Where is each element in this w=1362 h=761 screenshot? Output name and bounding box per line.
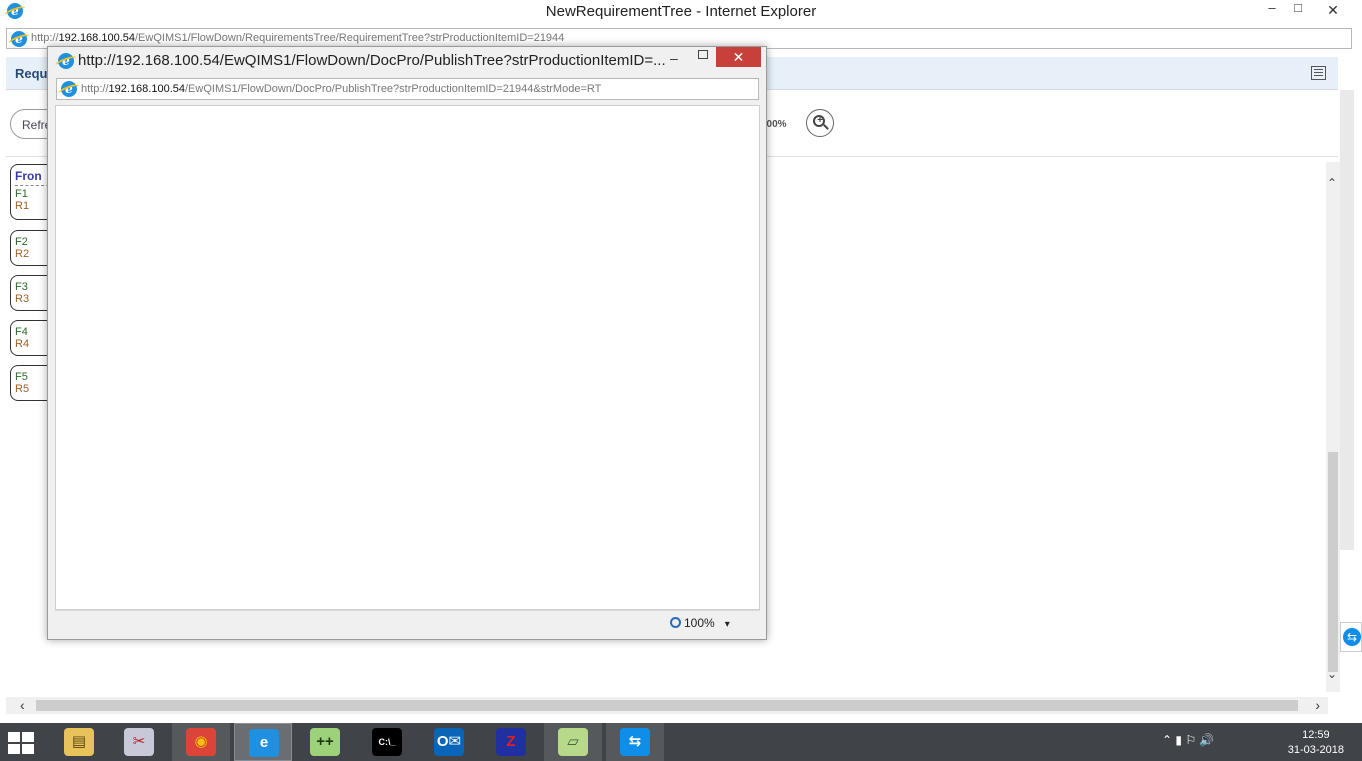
file-explorer-icon: ▤ bbox=[64, 728, 94, 756]
sticky-notes-icon: ▱ bbox=[558, 728, 588, 756]
popup-content bbox=[55, 105, 760, 610]
vertical-scrollbar[interactable]: ⌃ ⌄ bbox=[1326, 162, 1340, 692]
outer-vertical-scrollbar[interactable] bbox=[1340, 90, 1354, 550]
popup-zoom-control[interactable]: 100% ▾ bbox=[670, 616, 730, 630]
taskbar-notepad-plus-plus[interactable]: ++ bbox=[296, 723, 354, 761]
popup-status-bar: 100% ▾ bbox=[55, 610, 760, 634]
teamviewer-icon: ⇆ bbox=[620, 728, 650, 756]
scroll-up-icon[interactable]: ⌃ bbox=[1327, 176, 1337, 190]
internet-explorer-icon: e bbox=[249, 729, 279, 757]
scroll-thumb[interactable] bbox=[1328, 452, 1338, 672]
clock-date: 31-03-2018 bbox=[1287, 744, 1344, 756]
filezilla-icon: Z bbox=[496, 728, 526, 756]
page-title: Requ bbox=[15, 66, 48, 81]
taskbar-file-explorer[interactable]: ▤ bbox=[50, 723, 108, 761]
popup-close-button[interactable]: ✕ bbox=[716, 47, 761, 67]
taskbar-filezilla[interactable]: Z bbox=[482, 723, 540, 761]
taskbar-snipping-tool[interactable]: ✂ bbox=[110, 723, 168, 761]
ie-logo-icon: e bbox=[58, 53, 74, 69]
start-button[interactable] bbox=[8, 732, 36, 754]
taskbar-command-prompt[interactable]: C:\_ bbox=[358, 723, 416, 761]
chrome-icon: ◉ bbox=[186, 728, 216, 756]
list-view-icon[interactable] bbox=[1311, 66, 1326, 80]
main-title-bar: e NewRequirementTree - Internet Explorer… bbox=[0, 0, 1362, 24]
system-tray: ⌃ ▮ ⚐ 🔊 12:59 31-03-2018 bbox=[1162, 723, 1362, 761]
zoom-in-button[interactable]: + bbox=[806, 109, 834, 137]
popup-address-url: http://192.168.100.54/EwQIMS1/FlowDown/D… bbox=[81, 83, 602, 95]
scroll-right-icon[interactable]: › bbox=[1315, 697, 1320, 713]
taskbar-teamviewer[interactable]: ⇆ bbox=[606, 723, 664, 761]
scroll-thumb[interactable] bbox=[36, 700, 1298, 711]
popup-title: http://192.168.100.54/EwQIMS1/FlowDown/D… bbox=[78, 52, 666, 69]
clock[interactable]: 12:59 31-03-2018 bbox=[1288, 728, 1344, 758]
popup-window: e http://192.168.100.54/EwQIMS1/FlowDown… bbox=[47, 46, 767, 640]
chevron-down-icon[interactable]: ▾ bbox=[725, 619, 730, 630]
maximize-button[interactable]: □ bbox=[1290, 0, 1306, 20]
address-url: http://192.168.100.54/EwQIMS1/FlowDown/R… bbox=[31, 32, 565, 44]
window-title: NewRequirementTree - Internet Explorer bbox=[545, 3, 817, 20]
clock-time: 12:59 bbox=[1302, 729, 1330, 741]
command-prompt-icon: C:\_ bbox=[372, 728, 402, 756]
page-icon: e bbox=[11, 31, 27, 47]
tray-icons[interactable]: ⌃ ▮ ⚐ 🔊 bbox=[1162, 733, 1214, 747]
teamviewer-icon: ⇆ bbox=[1343, 628, 1361, 646]
taskbar-internet-explorer[interactable]: e bbox=[234, 723, 292, 761]
taskbar-chrome[interactable]: ◉ bbox=[172, 723, 230, 761]
horizontal-scrollbar[interactable]: ‹ › bbox=[6, 697, 1328, 714]
minimize-button[interactable]: – bbox=[1264, 0, 1280, 20]
taskbar-outlook[interactable]: O✉ bbox=[420, 723, 478, 761]
taskbar-sticky-notes[interactable]: ▱ bbox=[544, 723, 602, 761]
popup-address-bar[interactable]: e http://192.168.100.54/EwQIMS1/FlowDown… bbox=[56, 78, 759, 100]
scroll-left-icon[interactable]: ‹ bbox=[20, 697, 25, 713]
page-icon: e bbox=[61, 81, 77, 97]
snipping-tool-icon: ✂ bbox=[124, 728, 154, 756]
popup-maximize-button[interactable] bbox=[698, 50, 708, 59]
notepad-plus-plus-icon: ++ bbox=[310, 728, 340, 756]
popup-minimize-button[interactable]: – bbox=[670, 50, 678, 66]
outlook-icon: O✉ bbox=[434, 728, 464, 756]
scroll-down-icon[interactable]: ⌄ bbox=[1327, 667, 1337, 681]
teamviewer-side-widget[interactable]: ⇆ bbox=[1340, 622, 1362, 652]
taskbar: ▤ ✂ ◉ e ++ C:\_ O✉ Z ▱ ⇆ ⌃ ▮ ⚐ 🔊 12:59 31-03-2018 bbox=[0, 723, 1362, 761]
close-button[interactable]: ✕ bbox=[1310, 0, 1356, 20]
zoom-icon bbox=[670, 617, 681, 628]
